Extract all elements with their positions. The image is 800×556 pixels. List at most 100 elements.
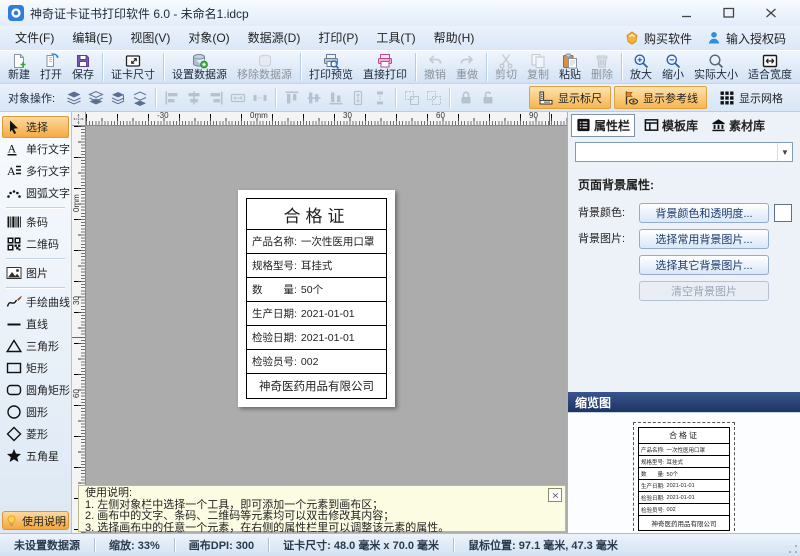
tool-qrcode[interactable]: 二维码 [2, 233, 69, 255]
toolbar-button-direct-print[interactable]: 直接打印 [358, 51, 412, 83]
object-op-layer-back[interactable] [86, 89, 105, 106]
background-image-buttons: 选择常用背景图片... 选择其它背景图片... 清空背景图片 [639, 229, 769, 301]
buy-software-link[interactable]: 购买软件 [624, 30, 692, 47]
tool-multi-text[interactable]: A多行文字 [2, 160, 69, 182]
menu-view[interactable]: 视图(V) [121, 26, 179, 50]
toolbar-button-paste[interactable]: 粘贴 [554, 51, 586, 83]
svg-text:A: A [8, 142, 17, 156]
certificate-row[interactable]: 产品名称:一次性医用口罩 [247, 229, 386, 253]
toggle-show-guides[interactable]: 显示参考线 [614, 86, 707, 109]
menu-object[interactable]: 对象(O) [179, 26, 238, 50]
show-guides-label: 显示参考线 [643, 90, 698, 106]
certificate-row-label: 生产日期: [641, 482, 665, 490]
toolbar-button-set-datasource[interactable]: 设置数据源 [167, 51, 232, 83]
tab-templates[interactable]: 模板库 [640, 115, 702, 136]
certificate-row-value: 2021-01-01 [667, 495, 695, 501]
tool-triangle[interactable]: 三角形 [2, 335, 69, 357]
certificate-row-label: 生产日期: [252, 306, 297, 321]
tool-arc-text[interactable]: 圆弧文字 [2, 182, 69, 204]
certificate-row[interactable]: 检验员号:002 [247, 349, 386, 373]
tool-curve[interactable]: 手绘曲线 [2, 291, 69, 313]
tool-diamond[interactable]: 菱形 [2, 423, 69, 445]
line-label: 直线 [26, 316, 48, 332]
enter-license-label: 输入授权码 [726, 30, 786, 47]
tool-barcode[interactable]: 条码 [2, 211, 69, 233]
certificate-row[interactable]: 数 量:50个 [247, 277, 386, 301]
minimize-button[interactable] [676, 5, 698, 21]
window-controls [676, 5, 792, 21]
toolbar-button-card-size[interactable]: 证卡尺寸 [106, 51, 160, 83]
toolbar-button-open[interactable]: 打开 [35, 51, 67, 83]
toolbar-button-print-preview[interactable]: 打印预览 [304, 51, 358, 83]
close-button[interactable] [760, 5, 782, 21]
background-image-button-2: 清空背景图片 [639, 281, 769, 301]
toolbar-button-zoom-out[interactable]: 缩小 [657, 51, 689, 83]
curve-label: 手绘曲线 [26, 294, 70, 310]
enter-license-link[interactable]: 输入授权码 [706, 30, 786, 47]
triangle-label: 三角形 [26, 338, 59, 354]
tool-line[interactable]: 直线 [2, 313, 69, 335]
certificate-table[interactable]: 合格证 产品名称:一次性医用口罩规格型号:耳挂式数 量:50个生产日期:2021… [246, 198, 387, 399]
note-close-button[interactable] [548, 488, 562, 502]
object-op-layer-up[interactable] [108, 89, 127, 106]
tool-single-text[interactable]: A单行文字 [2, 138, 69, 160]
toolbar-button-zoom-in[interactable]: 放大 [625, 51, 657, 83]
tab-properties[interactable]: 属性栏 [571, 114, 635, 137]
background-color-button[interactable]: 背景颜色和透明度... [639, 203, 769, 223]
menu-file[interactable]: 文件(F) [6, 26, 63, 50]
card-page[interactable]: 合格证 产品名称:一次性医用口罩规格型号:耳挂式数 量:50个生产日期:2021… [238, 190, 395, 407]
menu-print[interactable]: 打印(P) [309, 26, 367, 50]
ruler-cursor-marker-v [72, 337, 85, 338]
new-icon [11, 52, 27, 69]
toolbar-button-new[interactable]: 新建 [3, 51, 35, 83]
horizontal-ruler: -300mm306090 [86, 112, 567, 126]
background-image-button-0[interactable]: 选择常用背景图片... [639, 229, 769, 249]
app-icon [8, 5, 24, 21]
tool-star[interactable]: 五角星 [2, 445, 69, 467]
toolbar-button-redo: 重做 [451, 51, 483, 83]
certificate-row[interactable]: 检验日期:2021-01-01 [247, 325, 386, 349]
paste-icon [562, 52, 578, 69]
single-text-icon: A [5, 141, 23, 157]
help-button[interactable]: 使用说明 [2, 511, 69, 530]
certificate-row[interactable]: 生产日期:2021-01-01 [247, 301, 386, 325]
object-op-align-center-h [184, 89, 203, 106]
tool-rounded-rect[interactable]: 圆角矩形 [2, 379, 69, 401]
canvas-area: -300mm306090 0mm3060 合格证 产品名称:一次性医用口罩规格型… [72, 112, 567, 533]
toolbar-button-fit-width[interactable]: 适合宽度 [743, 51, 797, 83]
circle-label: 圆形 [26, 404, 48, 420]
tool-select[interactable]: 选择 [2, 116, 69, 138]
resize-grip[interactable] [788, 544, 798, 554]
toggle-show-ruler[interactable]: 显示标尺 [529, 86, 611, 109]
fit-width-icon [762, 52, 778, 69]
svg-text:A: A [7, 164, 16, 178]
card-size-label: 证卡尺寸 [111, 69, 155, 82]
design-canvas[interactable]: 合格证 产品名称:一次性医用口罩规格型号:耳挂式数 量:50个生产日期:2021… [86, 126, 567, 533]
object-op-layer-front[interactable] [64, 89, 83, 106]
menu-tools[interactable]: 工具(T) [367, 26, 424, 50]
chevron-down-icon[interactable]: ▼ [777, 143, 792, 161]
certificate-footer[interactable]: 神奇医药用品有限公司 [247, 373, 386, 398]
toggle-show-grid[interactable]: 显示网格 [710, 86, 792, 109]
certificate-row[interactable]: 规格型号:耳挂式 [247, 253, 386, 277]
thumbnail-preview[interactable]: 合格证 产品名称:一次性医用口罩规格型号:耳挂式数 量:50个生产日期:2021… [633, 422, 735, 536]
tab-materials[interactable]: 素材库 [707, 115, 769, 136]
certificate-title[interactable]: 合格证 [247, 199, 386, 229]
menu-edit[interactable]: 编辑(E) [63, 26, 121, 50]
toolbar-button-actual-size[interactable]: 实际大小 [689, 51, 743, 83]
background-image-button-1[interactable]: 选择其它背景图片... [639, 255, 769, 275]
element-selector-combobox[interactable]: ▼ [575, 142, 793, 162]
v-ruler-label-0: 0mm [73, 194, 81, 212]
background-color-swatch[interactable] [774, 204, 792, 222]
object-op-layer-down[interactable] [130, 89, 149, 106]
menu-datasource[interactable]: 数据源(D) [239, 26, 310, 50]
rounded-rect-label: 圆角矩形 [26, 382, 70, 398]
object-operations-bar: 对象操作: 显示标尺显示参考线显示网格 [0, 84, 800, 112]
tool-rect[interactable]: 矩形 [2, 357, 69, 379]
toolbar-button-save[interactable]: 保存 [67, 51, 99, 83]
tool-image[interactable]: 图片 [2, 262, 69, 284]
maximize-button[interactable] [718, 5, 740, 21]
tool-circle[interactable]: 圆形 [2, 401, 69, 423]
menu-help[interactable]: 帮助(H) [425, 26, 484, 50]
usage-note-title: 使用说明: [85, 488, 559, 500]
